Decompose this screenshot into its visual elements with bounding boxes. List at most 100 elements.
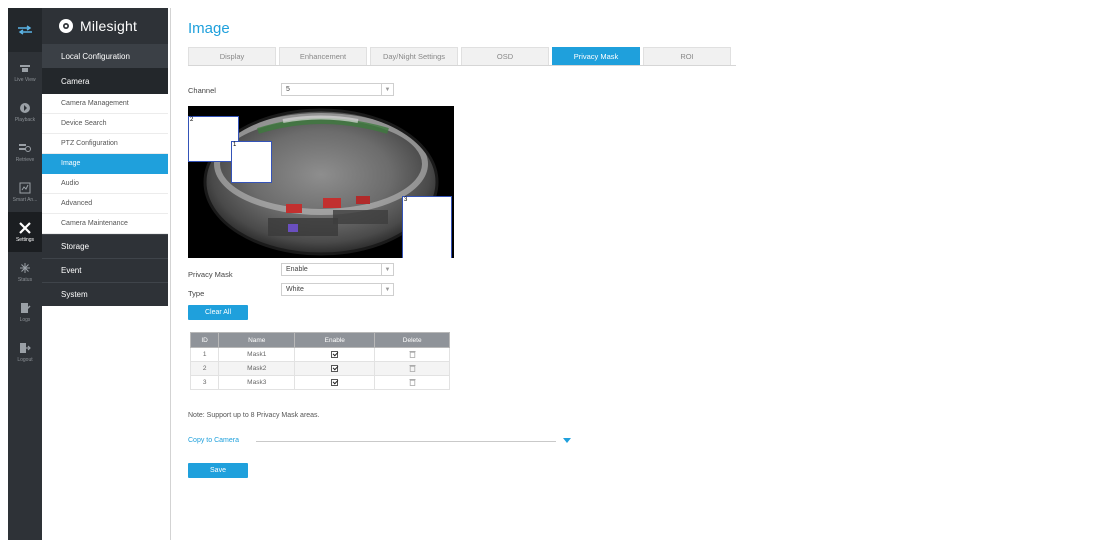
rail-label: Playback bbox=[14, 117, 36, 123]
tab-osd[interactable]: OSD bbox=[461, 47, 549, 65]
privacy-mask-table: ID Name Enable Delete 1 Mask1 2 Mask2 3 … bbox=[189, 332, 450, 390]
privacy-mask-select[interactable]: Enable ▼ bbox=[281, 263, 394, 276]
nav-ptz-configuration[interactable]: PTZ Configuration bbox=[42, 134, 168, 154]
rail-label: Logout bbox=[17, 357, 33, 363]
nav-event[interactable]: Event bbox=[42, 258, 168, 282]
trash-icon[interactable] bbox=[409, 364, 416, 372]
main-content: Image Display Enhancement Day/Night Sett… bbox=[176, 8, 1102, 540]
nav-audio[interactable]: Audio bbox=[42, 174, 168, 194]
rail-label: Smart An... bbox=[12, 197, 38, 203]
brand-header: Milesight bbox=[42, 8, 168, 44]
mask-id-cell: 1 bbox=[189, 347, 220, 362]
table-row: 1 Mask1 bbox=[189, 347, 450, 362]
rail-settings[interactable]: Settings bbox=[8, 212, 42, 252]
page-title: Image bbox=[188, 20, 230, 37]
copy-to-camera-link[interactable]: Copy to Camera bbox=[188, 437, 239, 444]
rail-logout[interactable]: Logout bbox=[8, 332, 42, 372]
enable-checkbox[interactable] bbox=[331, 378, 339, 386]
tab-day-night-settings[interactable]: Day/Night Settings bbox=[370, 47, 458, 65]
nav-storage[interactable]: Storage bbox=[42, 234, 168, 258]
mask-name-cell: Mask3 bbox=[218, 375, 296, 390]
camera-preview[interactable]: 2 1 3 bbox=[188, 106, 454, 258]
chevron-down-icon: ▼ bbox=[381, 284, 393, 295]
retrieve-icon bbox=[19, 144, 31, 152]
table-row: 3 Mask3 bbox=[189, 375, 450, 390]
mask-id: 1 bbox=[233, 142, 237, 148]
status-icon bbox=[20, 263, 30, 273]
menu-toggle[interactable] bbox=[8, 8, 42, 52]
mask-enable-cell bbox=[294, 347, 376, 362]
chevron-down-icon: ▼ bbox=[381, 84, 393, 95]
mask-id-cell: 3 bbox=[189, 375, 220, 390]
clear-all-button[interactable]: Clear All bbox=[188, 305, 248, 320]
playback-icon bbox=[20, 103, 30, 113]
save-button[interactable]: Save bbox=[188, 463, 248, 478]
chevron-down-icon: ▼ bbox=[381, 264, 393, 275]
rail-logs[interactable]: Logs bbox=[8, 292, 42, 332]
nav-camera-maintenance[interactable]: Camera Maintenance bbox=[42, 214, 168, 234]
privacy-mask-region[interactable]: 1 bbox=[231, 141, 272, 183]
nav-camera-management[interactable]: Camera Management bbox=[42, 94, 168, 114]
column-header-id: ID bbox=[189, 332, 220, 348]
tab-roi[interactable]: ROI bbox=[643, 47, 731, 65]
channel-label: Channel bbox=[188, 86, 216, 95]
panel-divider bbox=[170, 8, 171, 540]
mask-enable-cell bbox=[294, 361, 376, 376]
nav-camera[interactable]: Camera bbox=[42, 68, 168, 94]
rail-playback[interactable]: Playback bbox=[8, 92, 42, 132]
tab-privacy-mask[interactable]: Privacy Mask bbox=[552, 47, 640, 65]
privacy-mask-label: Privacy Mask bbox=[188, 270, 233, 279]
rail-status[interactable]: Status bbox=[8, 252, 42, 292]
rail-live-view[interactable]: Live View bbox=[8, 52, 42, 92]
privacy-mask-value: Enable bbox=[286, 266, 308, 273]
table-row: 2 Mask2 bbox=[189, 361, 450, 376]
enable-checkbox[interactable] bbox=[331, 364, 339, 372]
type-select[interactable]: White ▼ bbox=[281, 283, 394, 296]
mask-delete-cell bbox=[374, 347, 450, 362]
mask-delete-cell bbox=[374, 361, 450, 376]
logs-icon bbox=[21, 303, 31, 313]
mask-id: 3 bbox=[404, 197, 408, 203]
tab-enhancement[interactable]: Enhancement bbox=[279, 47, 367, 65]
mask-delete-cell bbox=[374, 375, 450, 390]
rail-label: Settings bbox=[15, 237, 35, 243]
nav-advanced[interactable]: Advanced bbox=[42, 194, 168, 214]
rail-label: Logs bbox=[19, 317, 31, 323]
channel-select[interactable]: 5 ▼ bbox=[281, 83, 394, 96]
live-view-icon bbox=[20, 65, 30, 72]
brand-name: Milesight bbox=[80, 18, 138, 34]
rail-retrieve[interactable]: Retrieve bbox=[8, 132, 42, 172]
trash-icon[interactable] bbox=[409, 350, 416, 358]
tab-underline bbox=[188, 65, 736, 66]
type-value: White bbox=[286, 286, 304, 293]
mask-id: 2 bbox=[190, 117, 194, 123]
settings-icon bbox=[19, 222, 31, 234]
mask-enable-cell bbox=[294, 375, 376, 390]
tab-display[interactable]: Display bbox=[188, 47, 276, 65]
column-header-name: Name bbox=[218, 332, 296, 348]
privacy-mask-region[interactable]: 3 bbox=[402, 196, 452, 258]
menu-toggle-icon bbox=[18, 25, 32, 35]
column-header-enable: Enable bbox=[294, 332, 376, 348]
tab-bar: Display Enhancement Day/Night Settings O… bbox=[188, 47, 734, 65]
icon-rail: Live View Playback Retrieve Smart An... … bbox=[8, 8, 42, 540]
settings-nav: Milesight Local Configuration Camera Cam… bbox=[42, 8, 168, 540]
nav-local-configuration[interactable]: Local Configuration bbox=[42, 44, 168, 68]
column-header-delete: Delete bbox=[374, 332, 450, 348]
trash-icon[interactable] bbox=[409, 378, 416, 386]
copy-to-camera-divider bbox=[256, 441, 556, 442]
enable-checkbox[interactable] bbox=[331, 350, 339, 358]
nav-image[interactable]: Image bbox=[42, 154, 168, 174]
nav-system[interactable]: System bbox=[42, 282, 168, 306]
expand-triangle-icon[interactable] bbox=[563, 438, 571, 443]
mask-limit-note: Note: Support up to 8 Privacy Mask areas… bbox=[188, 412, 320, 419]
rail-smart-analysis[interactable]: Smart An... bbox=[8, 172, 42, 212]
mask-id-cell: 2 bbox=[189, 361, 220, 376]
rail-label: Live View bbox=[14, 77, 36, 83]
nav-device-search[interactable]: Device Search bbox=[42, 114, 168, 134]
channel-value: 5 bbox=[286, 86, 290, 93]
table-header-row: ID Name Enable Delete bbox=[189, 332, 450, 348]
rail-label: Status bbox=[17, 277, 33, 283]
rail-label: Retrieve bbox=[15, 157, 35, 163]
smart-analysis-icon bbox=[19, 182, 31, 194]
